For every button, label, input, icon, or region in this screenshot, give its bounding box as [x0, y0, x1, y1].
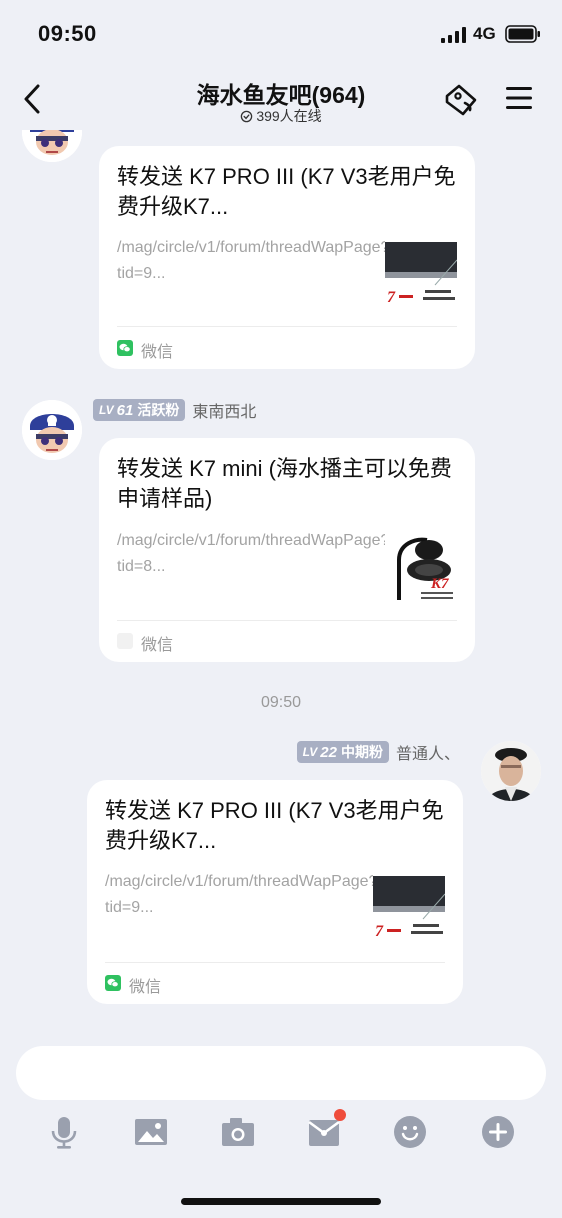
card-source-label: 微信	[141, 344, 174, 361]
card-url: /mag/circle/v1/forum/threadWapPage?tid=8…	[117, 532, 390, 575]
card-thumbnail: 7	[373, 874, 445, 946]
card-source-label: 微信	[129, 979, 162, 996]
network-type: 4G	[473, 24, 496, 43]
product-thumbnail-image: K7	[385, 530, 457, 602]
microphone-icon	[51, 1117, 77, 1149]
emoji-button[interactable]	[393, 1115, 427, 1149]
wechat-icon	[117, 632, 133, 654]
card-thumbnail: 7	[385, 240, 457, 312]
thumb-text: K7	[430, 576, 449, 592]
wechat-icon	[105, 974, 121, 996]
input-area	[0, 1035, 562, 1218]
clock-icon	[240, 110, 253, 126]
product-thumbnail-image: 7	[373, 874, 445, 946]
avatar[interactable]	[481, 741, 541, 801]
online-count-text: 399人在线	[256, 108, 322, 124]
wechat-icon	[117, 339, 133, 361]
battery-icon	[505, 25, 541, 48]
card-source-label: 微信	[141, 637, 174, 654]
level-prefix: LV	[99, 403, 114, 417]
level-badge: LV 22 中期粉	[296, 741, 389, 763]
chat-message-list[interactable]: 转发送 K7 PRO III (K7 V3老用户免费升级K7... /mag/c…	[0, 130, 562, 1035]
card-divider	[117, 326, 457, 327]
card-source: 微信	[105, 973, 161, 997]
status-bar: 09:50 4G	[0, 0, 562, 66]
level-rank: 中期粉	[340, 744, 383, 760]
card-title: 转发送 K7 PRO III (K7 V3老用户免费升级K7...	[105, 798, 444, 853]
gift-envelope-button[interactable]	[308, 1109, 346, 1149]
card-source: 微信	[117, 338, 173, 362]
level-number: 61	[116, 401, 134, 419]
pirate-avatar-icon	[22, 400, 82, 460]
camera-icon	[222, 1118, 254, 1146]
nav-bar: 海水鱼友吧(964) 399人在线	[0, 66, 562, 130]
product-thumbnail-image: 7	[385, 240, 457, 312]
user-avatar-photo	[481, 741, 541, 801]
signal-icon	[441, 27, 467, 48]
shared-link-card[interactable]: 转发送 K7 PRO III (K7 V3老用户免费升级K7... /mag/c…	[87, 780, 463, 1004]
sender-info: LV 22 中期粉 普通人、	[296, 740, 460, 764]
camera-button[interactable]	[221, 1115, 255, 1149]
level-prefix: LV	[302, 745, 318, 759]
avatar[interactable]	[22, 400, 82, 460]
plus-icon	[482, 1116, 514, 1148]
avatar[interactable]	[22, 130, 82, 162]
image-button[interactable]	[134, 1115, 168, 1149]
card-title: 转发送 K7 PRO III (K7 V3老用户免费升级K7...	[117, 164, 456, 219]
card-thumbnail: K7	[385, 530, 457, 602]
card-title: 转发送 K7 mini (海水播主可以免费申请样品)	[117, 456, 452, 511]
shared-link-card[interactable]: 转发送 K7 PRO III (K7 V3老用户免费升级K7... /mag/c…	[99, 146, 475, 369]
tag-icon	[445, 84, 477, 116]
shared-link-card[interactable]: 转发送 K7 mini (海水播主可以免费申请样品) /mag/circle/v…	[99, 438, 475, 662]
sender-info: LV 61 活跃粉 東南西北	[93, 398, 256, 422]
voice-button[interactable]	[47, 1115, 81, 1149]
hamburger-menu-icon	[506, 87, 532, 109]
level-number: 22	[320, 743, 337, 761]
tag-button[interactable]	[441, 82, 481, 123]
sender-name[interactable]: 東南西北	[192, 398, 256, 422]
notification-dot	[334, 1109, 346, 1121]
level-rank: 活跃粉	[137, 402, 180, 418]
card-url: /mag/circle/v1/forum/threadWapPage?tid=9…	[105, 873, 378, 916]
status-time: 09:50	[38, 21, 97, 46]
more-button[interactable]	[481, 1115, 515, 1149]
menu-button[interactable]	[504, 85, 534, 116]
message-timestamp: 09:50	[260, 694, 302, 711]
image-icon	[135, 1119, 167, 1145]
card-divider	[117, 620, 457, 621]
pirate-avatar-icon	[22, 130, 82, 162]
thumb-text: 7	[387, 289, 396, 306]
level-badge: LV 61 活跃粉	[93, 399, 186, 421]
sender-name[interactable]: 普通人、	[396, 740, 460, 764]
card-url: /mag/circle/v1/forum/threadWapPage?tid=9…	[117, 239, 390, 282]
message-input[interactable]	[16, 1046, 546, 1100]
home-indicator[interactable]	[181, 1198, 381, 1205]
emoji-icon	[394, 1116, 426, 1148]
thumb-text: 7	[375, 923, 384, 940]
card-divider	[105, 962, 445, 963]
card-source: 微信	[117, 631, 173, 655]
